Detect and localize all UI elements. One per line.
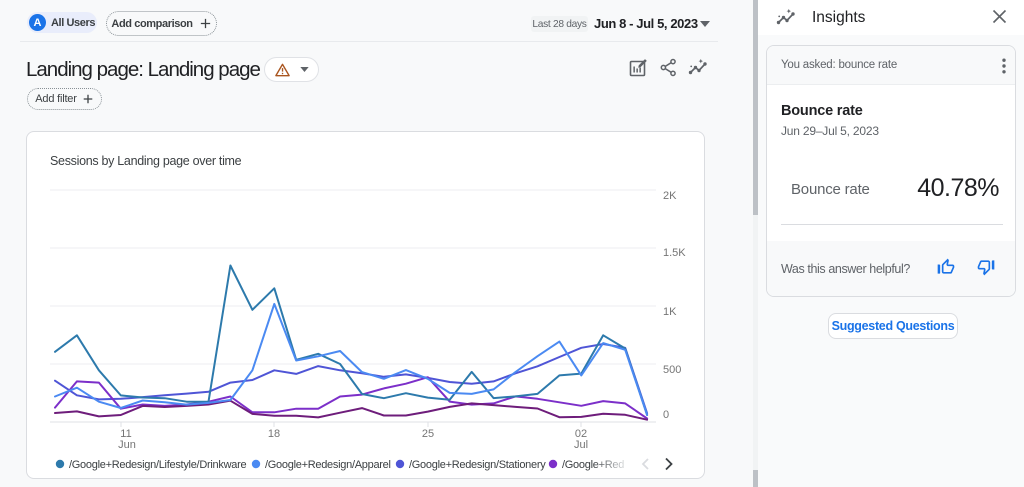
svg-text:/Google+Red: /Google+Red xyxy=(562,459,624,471)
svg-text:Jun: Jun xyxy=(118,439,136,451)
svg-text:1.5K: 1.5K xyxy=(663,247,686,259)
svg-text:/Google+Redesign/Apparel: /Google+Redesign/Apparel xyxy=(265,459,391,471)
svg-text:Jul: Jul xyxy=(574,439,588,451)
svg-text:1K: 1K xyxy=(663,306,677,318)
svg-text:Sessions by Landing page over: Sessions by Landing page over time xyxy=(50,154,242,168)
svg-text:25: 25 xyxy=(422,428,434,440)
svg-text:/Google+Redesign/Lifestyle/Dri: /Google+Redesign/Lifestyle/Drinkware xyxy=(69,459,246,471)
svg-text:0: 0 xyxy=(663,409,669,421)
svg-text:500: 500 xyxy=(663,364,681,376)
svg-text:/Google+Redesign/Stationery: /Google+Redesign/Stationery xyxy=(409,459,546,471)
svg-text:18: 18 xyxy=(268,428,280,440)
svg-text:2K: 2K xyxy=(663,190,677,202)
